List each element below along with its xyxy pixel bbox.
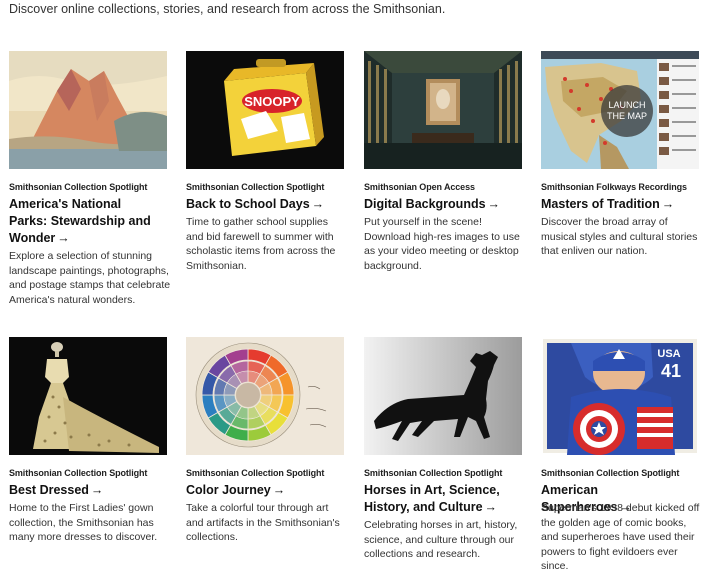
card-title-link[interactable]: Digital Backgrounds → <box>364 196 514 213</box>
card-title-link[interactable]: Horses in Art, Science, History, and Cul… <box>364 482 514 516</box>
stamp-usa-text: USA <box>657 348 680 360</box>
card-description: Time to gather school supplies and bid f… <box>186 216 336 272</box>
lunchbox-text: SNOOPY <box>244 94 300 109</box>
card-description: Celebrating horses in art, history, scie… <box>364 519 518 561</box>
interactive-map: LAUNCH THE MAP <box>541 51 699 169</box>
card-description: Put yourself in the scene! Download high… <box>364 216 520 272</box>
intro-text: Discover online collections, stories, an… <box>9 2 446 16</box>
card-title: Digital Backgrounds <box>364 197 486 211</box>
arrow-right-icon: → <box>90 483 104 497</box>
arrow-right-icon: → <box>661 197 675 211</box>
color-wheel <box>186 337 344 455</box>
card-image[interactable]: SNOOPY <box>186 51 344 169</box>
card-image[interactable]: LAUNCH THE MAP <box>541 51 699 169</box>
card-title-link[interactable]: Back to School Days → <box>186 196 336 213</box>
card-title-link[interactable]: Color Journey → <box>186 482 336 499</box>
card-title-link[interactable]: Best Dressed → <box>9 482 159 499</box>
card-title: Best Dressed <box>9 483 89 497</box>
card-eyebrow: Smithsonian Folkways Recordings <box>541 182 687 192</box>
card-eyebrow: Smithsonian Collection Spotlight <box>186 182 325 192</box>
card-image[interactable] <box>9 337 167 455</box>
card-description: Discover the broad array of musical styl… <box>541 216 698 258</box>
card-title: America's National Parks: Stewardship an… <box>9 197 151 245</box>
card-description: Home to the First Ladies' gown collectio… <box>9 502 158 544</box>
horse-weathervane <box>364 337 522 455</box>
arrow-right-icon: → <box>487 197 501 211</box>
card-description: Superman's 1938 debut kicked off the gol… <box>541 502 700 573</box>
arrow-right-icon: → <box>272 483 286 497</box>
card-title: Horses in Art, Science, History, and Cul… <box>364 483 500 514</box>
captain-america-stamp: USA 41 <box>541 337 699 455</box>
snoopy-lunchbox: SNOOPY <box>186 51 344 169</box>
card-eyebrow: Smithsonian Collection Spotlight <box>186 468 325 478</box>
card-eyebrow: Smithsonian Collection Spotlight <box>9 182 148 192</box>
card-image[interactable] <box>364 337 522 455</box>
desert-landscape-painting <box>9 51 167 169</box>
card-eyebrow: Smithsonian Open Access <box>364 182 475 192</box>
card-image[interactable] <box>186 337 344 455</box>
stamp-value-text: 41 <box>661 361 681 381</box>
peacock-room-interior <box>364 51 522 169</box>
card-description: Take a colorful tour through art and art… <box>186 502 340 544</box>
card-title: Back to School Days <box>186 197 310 211</box>
card-eyebrow: Smithsonian Collection Spotlight <box>364 468 503 478</box>
arrow-right-icon: → <box>484 500 498 514</box>
card-title-link[interactable]: America's National Parks: Stewardship an… <box>9 196 159 247</box>
card-image[interactable] <box>364 51 522 169</box>
first-lady-gown <box>9 337 167 455</box>
arrow-right-icon: → <box>311 197 325 211</box>
arrow-right-icon: → <box>57 231 70 245</box>
card-title: Masters of Tradition <box>541 197 660 211</box>
card-image[interactable]: USA 41 <box>541 337 699 455</box>
card-eyebrow: Smithsonian Collection Spotlight <box>541 468 680 478</box>
map-launch-text-2: THE MAP <box>607 111 647 121</box>
map-launch-text-1: LAUNCH <box>608 100 645 110</box>
card-title: Color Journey <box>186 483 271 497</box>
card-description: Explore a selection of stunning landscap… <box>9 250 171 306</box>
card-image[interactable] <box>9 51 167 169</box>
card-title-link[interactable]: Masters of Tradition → <box>541 196 691 213</box>
card-eyebrow: Smithsonian Collection Spotlight <box>9 468 148 478</box>
